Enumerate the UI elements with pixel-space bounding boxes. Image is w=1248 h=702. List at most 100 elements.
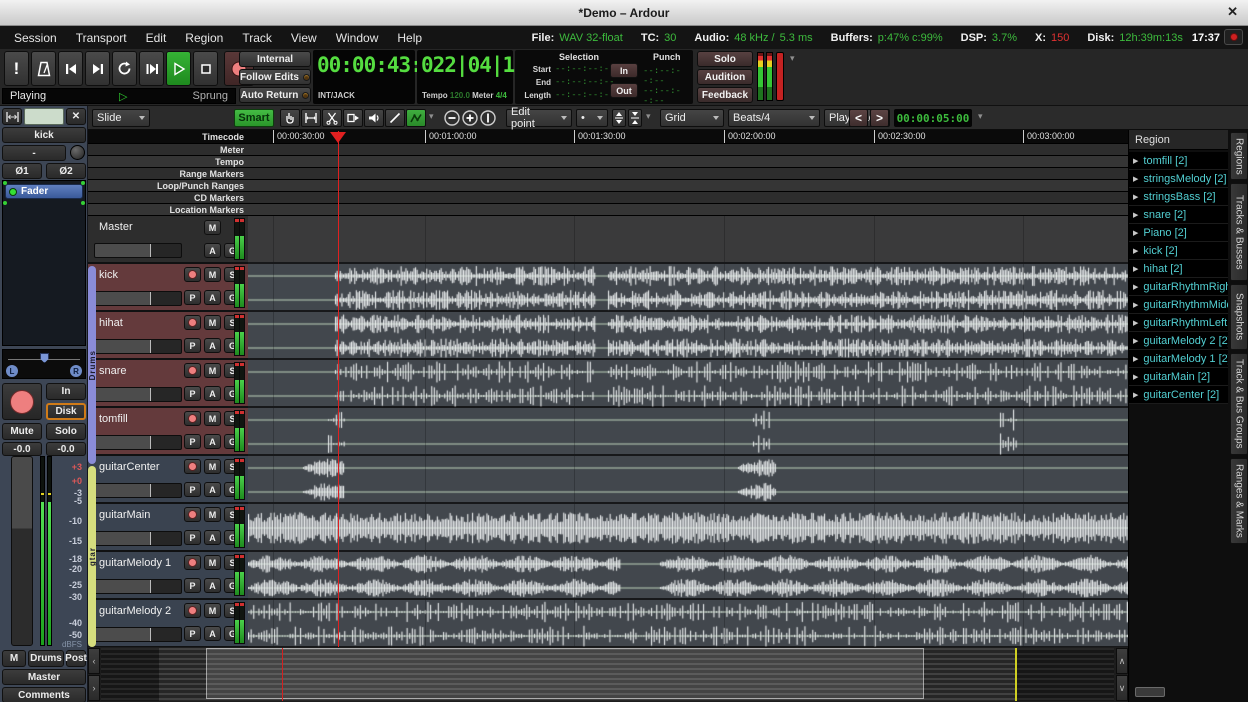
nudge-backward-button[interactable]: <	[849, 109, 868, 127]
track-lane-master[interactable]	[248, 216, 1128, 264]
menu-region[interactable]: Region	[185, 31, 223, 45]
menu-help[interactable]: Help	[397, 31, 422, 45]
menu-view[interactable]: View	[291, 31, 317, 45]
nudge-forward-button[interactable]: >	[870, 109, 889, 127]
tab-mixer-post[interactable]: Post	[66, 650, 86, 667]
rec-enable-button[interactable]	[184, 267, 201, 282]
track-gain-fader[interactable]	[94, 483, 182, 498]
region-list-item[interactable]: ▶guitarRhythmMiddle	[1129, 296, 1228, 314]
panner[interactable]: L R	[2, 349, 86, 379]
track-gain-fader[interactable]	[94, 579, 182, 594]
ruler-loop-punch-ranges[interactable]: Loop/Punch Ranges	[88, 180, 1128, 192]
disk-monitor-button[interactable]: Disk	[46, 403, 86, 420]
gtar-group-strip[interactable]: gtar	[88, 466, 96, 647]
nudge-clock[interactable]: 00:00:05:00	[894, 109, 972, 127]
automation-button[interactable]: A	[204, 386, 221, 401]
primary-clock[interactable]: 00:00:43:25 INT/JACK	[313, 50, 415, 104]
track-name[interactable]: guitarMain	[99, 509, 150, 521]
region-list-item[interactable]: ▶guitarCenter [2]	[1129, 386, 1228, 404]
punch-in-button[interactable]: In	[610, 63, 638, 78]
playlist-button[interactable]: P	[184, 530, 201, 545]
marker-dropdown[interactable]: •	[576, 109, 608, 127]
solo-button[interactable]: Solo	[697, 51, 753, 67]
track-mute-button[interactable]: M	[204, 507, 221, 522]
track-lane-guitarmelody-1[interactable]	[248, 552, 1128, 600]
ruler-cd-markers[interactable]: CD Markers	[88, 192, 1128, 204]
sidebar-tab-tracks-busses[interactable]: Tracks & Busses	[1230, 183, 1248, 281]
ruler-range-markers[interactable]: Range Markers	[88, 168, 1128, 180]
track-gain-fader[interactable]	[94, 627, 182, 642]
region-list-item[interactable]: ▶guitarMelody 1 [2]	[1129, 350, 1228, 368]
rec-enable-button[interactable]	[184, 555, 201, 570]
scroll-down-button[interactable]: ∨	[1116, 675, 1128, 701]
region-list-item[interactable]: ▶guitarRhythmLeft	[1129, 314, 1228, 332]
range-tool-button[interactable]	[343, 109, 363, 127]
auto-return-button[interactable]: Auto Return	[239, 87, 311, 103]
edit-point-dropdown[interactable]: Edit point	[506, 109, 572, 127]
track-header-guitarmain[interactable]: guitarMainMSPAG	[88, 504, 248, 552]
region-list-item[interactable]: ▶guitarMelody 2 [2]	[1129, 332, 1228, 350]
play-range-button[interactable]	[139, 51, 164, 86]
region-list-item[interactable]: ▶stringsMelody [2]	[1129, 170, 1228, 188]
loop-button[interactable]	[112, 51, 137, 86]
gain-line-tool-button[interactable]	[385, 109, 405, 127]
track-lane-guitarmelody-2[interactable]	[248, 600, 1128, 647]
tab-mixer-drums[interactable]: Drums	[28, 650, 64, 667]
secondary-clock[interactable]: 022|04|1341 Tempo 120.0 Meter 4/4	[417, 50, 513, 104]
follow-edits-button[interactable]: Follow Edits	[239, 69, 311, 85]
expander-icon[interactable]: ▶	[1133, 283, 1138, 291]
track-lane-guitarcenter[interactable]	[248, 456, 1128, 504]
track-mute-button[interactable]: M	[204, 315, 221, 330]
strip-track-button[interactable]: kick	[2, 127, 86, 143]
menu-edit[interactable]: Edit	[146, 31, 167, 45]
goto-end-button[interactable]	[85, 51, 110, 86]
track-name[interactable]: snare	[99, 365, 127, 377]
zoom-out-button[interactable]	[444, 110, 460, 126]
track-name[interactable]: kick	[99, 269, 118, 281]
sidebar-scrollbar[interactable]	[1135, 687, 1165, 697]
midi-panic-button[interactable]: !	[4, 51, 29, 86]
expander-icon[interactable]: ▶	[1133, 301, 1138, 309]
cut-tool-button[interactable]	[322, 109, 342, 127]
sidebar-tab-regions[interactable]: Regions	[1230, 132, 1248, 180]
rec-enable-button[interactable]	[184, 363, 201, 378]
track-gain-fader[interactable]	[94, 243, 182, 258]
play-button[interactable]	[166, 51, 191, 86]
track-header-snare[interactable]: snareMSPAG	[88, 360, 248, 408]
grab-tool-button[interactable]	[280, 109, 300, 127]
record-enable-button[interactable]	[2, 383, 42, 420]
audition-tool-button[interactable]	[364, 109, 384, 127]
mute-button[interactable]: Mute	[2, 423, 42, 440]
ruler-area[interactable]: Timecode00:00:30:0000:01:00:0000:01:30:0…	[88, 130, 1128, 216]
playlist-button[interactable]: P	[184, 338, 201, 353]
track-header-kick[interactable]: kickMSPAG	[88, 264, 248, 312]
edit-mode-dropdown[interactable]: Slide	[92, 109, 150, 127]
automation-button[interactable]: A	[204, 338, 221, 353]
record-status-icon[interactable]	[1224, 29, 1243, 45]
pan-handle[interactable]	[40, 353, 49, 363]
strip-width-button[interactable]	[2, 108, 22, 125]
zoom-fit-button[interactable]	[480, 110, 496, 126]
playlist-button[interactable]: P	[184, 482, 201, 497]
region-list-item[interactable]: ▶Piano [2]	[1129, 224, 1228, 242]
track-gain-fader[interactable]	[94, 387, 182, 402]
ruler-meter[interactable]: Meter	[88, 144, 1128, 156]
zoom-overflow-chevron-icon[interactable]: ▾	[646, 111, 651, 122]
zoom-in-button[interactable]	[462, 110, 478, 126]
automation-button[interactable]: A	[204, 482, 221, 497]
automation-button[interactable]: A	[204, 290, 221, 305]
expander-icon[interactable]: ▶	[1133, 355, 1138, 363]
ruler-location-markers[interactable]: Location Markers	[88, 204, 1128, 216]
vertical-shrink-button[interactable]	[612, 109, 626, 127]
track-name[interactable]: Master	[99, 221, 133, 233]
strip-output-button[interactable]: -	[2, 145, 66, 161]
expander-icon[interactable]: ▶	[1133, 229, 1138, 237]
summary-view-rectangle[interactable]	[206, 648, 924, 699]
playlist-button[interactable]: P	[184, 290, 201, 305]
track-header-hihat[interactable]: hihatMSPAG	[88, 312, 248, 360]
track-name[interactable]: guitarCenter	[99, 461, 160, 473]
track-gain-fader[interactable]	[94, 435, 182, 450]
draw-tool-button[interactable]	[406, 109, 426, 127]
track-lane-hihat[interactable]	[248, 312, 1128, 360]
tools-overflow-chevron-icon[interactable]: ▾	[429, 111, 434, 122]
